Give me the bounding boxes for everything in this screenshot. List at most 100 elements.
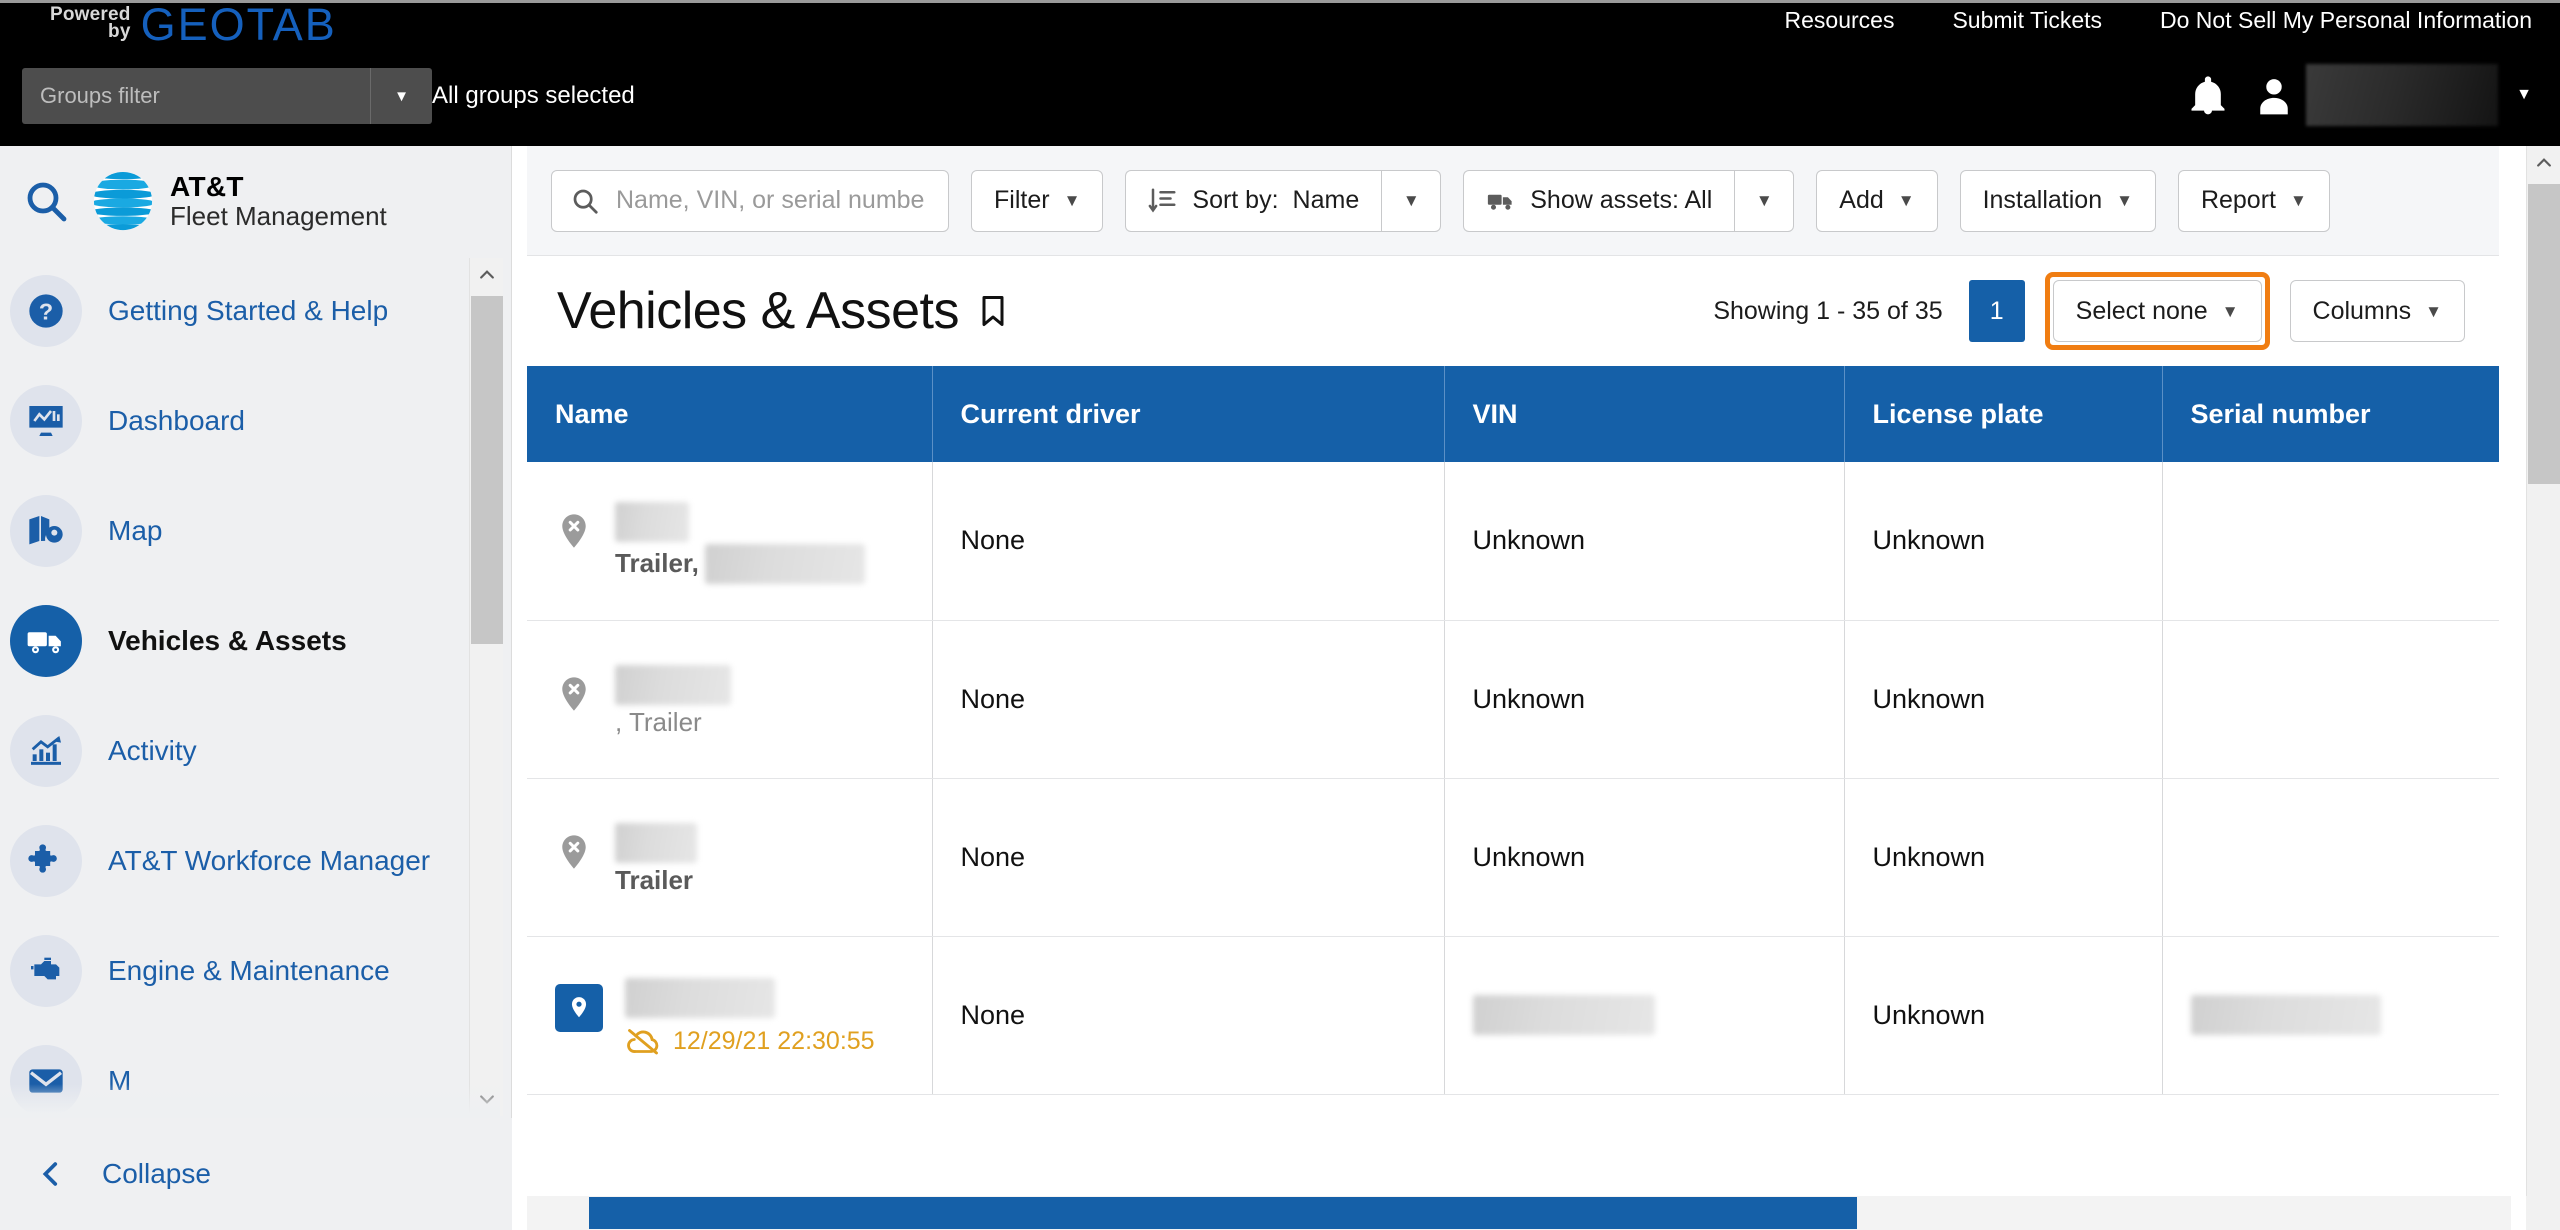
asset-name-cell[interactable]: Trailer [555,819,904,896]
sidebar-item-workforce-manager[interactable]: AT&T Workforce Manager [0,806,512,916]
sidebar-item-label: Activity [108,735,197,766]
chevron-down-icon: ▼ [1063,191,1081,210]
show-assets-dropdown-caret-icon[interactable]: ▼ [1734,169,1795,232]
select-none-button[interactable]: Select none ▼ [2052,280,2262,342]
table-row[interactable]: , Trailer None Unknown Unknown [527,620,2499,779]
pagination-page-1[interactable]: 1 [1968,280,2025,342]
cell-current-driver: None [932,462,1445,621]
table-row[interactable]: 12/29/21 22:30:55 None Unknown [527,936,2499,1095]
main-scroll-thumb[interactable] [2528,184,2560,484]
sidebar-item-dashboard[interactable]: Dashboard [0,366,512,476]
scroll-down-arrow-icon[interactable] [470,1082,504,1116]
table-horizontal-scrollbar[interactable] [527,1196,2511,1230]
asset-name-cell[interactable]: , Trailer [555,661,904,738]
groups-filter-dropdown-caret-icon[interactable]: ▼ [370,68,432,124]
location-pin-off-icon[interactable] [555,829,593,875]
main-vertical-scrollbar[interactable] [2526,146,2560,1230]
show-assets-button[interactable]: Show assets: All [1463,169,1735,232]
sort-by-button[interactable]: Sort by: Name [1125,169,1382,232]
scroll-up-arrow-icon[interactable] [2527,146,2560,180]
sidebar-item-vehicles-assets[interactable]: Vehicles & Assets [0,586,512,696]
table-row[interactable]: Trailer, None Unknown Unknown [527,462,2499,621]
filter-button[interactable]: Filter ▼ [971,169,1104,232]
installation-button[interactable]: Installation ▼ [1959,169,2156,232]
location-pin-active-icon[interactable] [555,984,603,1032]
table-row[interactable]: Trailer None Unknown Unknown [527,778,2499,937]
search-input-wrapper[interactable] [551,169,949,232]
sidebar-item-label: Map [108,515,163,546]
vin-value: Unknown [1472,841,1586,872]
cell-name[interactable]: 12/29/21 22:30:55 [527,936,933,1095]
redacted-asset-name [615,822,697,863]
asset-name-cell[interactable]: Trailer, [555,498,904,584]
sidebar-item-label: Getting Started & Help [108,295,389,326]
nav-link-submit-tickets[interactable]: Submit Tickets [1952,7,2102,34]
vin-value: Unknown [1472,683,1586,714]
asset-name-cell[interactable]: 12/29/21 22:30:55 [555,974,904,1056]
sort-by-control: Sort by: Name ▼ [1125,169,1442,232]
messages-icon [10,1045,82,1117]
chevron-down-icon: ▼ [2116,191,2133,210]
sidebar-item-label: Engine & Maintenance [108,955,390,986]
geotab-wordmark: GEOTAB [140,0,337,50]
report-button[interactable]: Report ▼ [2177,169,2330,232]
user-menu-caret-icon[interactable]: ▼ [2516,86,2532,104]
notifications-bell-icon[interactable] [2186,72,2230,120]
cell-serial-number [2162,936,2499,1095]
column-header-current-driver[interactable]: Current driver [932,366,1445,462]
sidebar-scroll-thumb[interactable] [471,296,503,644]
search-input[interactable] [616,186,926,215]
sort-by-dropdown-caret-icon[interactable]: ▼ [1381,169,1442,232]
sidebar-nav-list: ? Getting Started & Help Dashboard Map V… [0,256,512,1118]
search-icon[interactable] [22,177,70,225]
show-assets-label: Show assets: All [1530,186,1713,214]
column-header-license-plate[interactable]: License plate [1844,366,2163,462]
cell-vin: Unknown [1444,462,1845,621]
cell-name[interactable]: Trailer, [527,462,933,621]
horizontal-scroll-thumb[interactable] [589,1197,1857,1229]
table-body: Trailer, None Unknown Unknown, Trailer None U… [527,462,2499,1095]
sidebar-item-map[interactable]: Map [0,476,512,586]
column-header-serial-number[interactable]: Serial number [2162,366,2499,462]
cell-name[interactable]: Trailer [527,778,933,937]
top-bar: Powered by GEOTAB Resources Submit Ticke… [0,0,2560,146]
nav-link-do-not-sell[interactable]: Do Not Sell My Personal Information [2160,7,2532,34]
sidebar-item-partial-next[interactable]: M [0,1026,512,1118]
redacted-asset-name [615,664,731,705]
column-header-name[interactable]: Name [527,366,933,462]
main-content: Filter ▼ Sort by: Name ▼ [527,146,2545,1230]
sidebar-item-label: AT&T Workforce Manager [108,845,431,876]
sidebar-item-label: Dashboard [108,405,245,436]
sidebar-collapse-button[interactable]: Collapse [0,1118,512,1230]
cell-name[interactable]: , Trailer [527,620,933,779]
scroll-up-arrow-icon[interactable] [470,258,504,292]
add-button[interactable]: Add ▼ [1816,169,1938,232]
sort-icon [1148,186,1178,216]
cell-current-driver: None [932,620,1445,779]
sidebar-scrollbar[interactable] [469,258,503,1116]
location-pin-off-icon[interactable] [555,508,593,554]
chart-icon [10,715,82,787]
engine-icon [10,935,82,1007]
sidebar-item-getting-started[interactable]: ? Getting Started & Help [0,256,512,366]
sidebar-item-label: Vehicles & Assets [108,625,347,656]
chevron-down-icon: ▼ [2289,191,2307,210]
assets-table-area: Name Current driver VIN License plate Se… [527,366,2499,1230]
chevron-down-icon: ▼ [2425,301,2442,321]
asset-subtitle: , Trailer [615,707,731,738]
nav-link-resources[interactable]: Resources [1785,7,1895,34]
groups-filter-input[interactable] [22,68,370,124]
groups-filter-control[interactable]: ▼ [22,68,432,124]
sidebar-item-activity[interactable]: Activity [0,696,512,806]
bookmark-icon[interactable] [975,291,1011,331]
location-pin-off-icon[interactable] [555,671,593,717]
add-label: Add [1839,186,1884,214]
columns-button[interactable]: Columns ▼ [2289,280,2465,342]
user-account-icon[interactable] [2252,72,2296,120]
cell-license-plate: Unknown [1844,778,2163,937]
cell-vin [1444,936,1845,1095]
sidebar-item-engine-maintenance[interactable]: Engine & Maintenance [0,916,512,1026]
groups-selected-label: All groups selected [432,82,635,109]
column-header-vin[interactable]: VIN [1444,366,1845,462]
cell-vin: Unknown [1444,778,1845,937]
